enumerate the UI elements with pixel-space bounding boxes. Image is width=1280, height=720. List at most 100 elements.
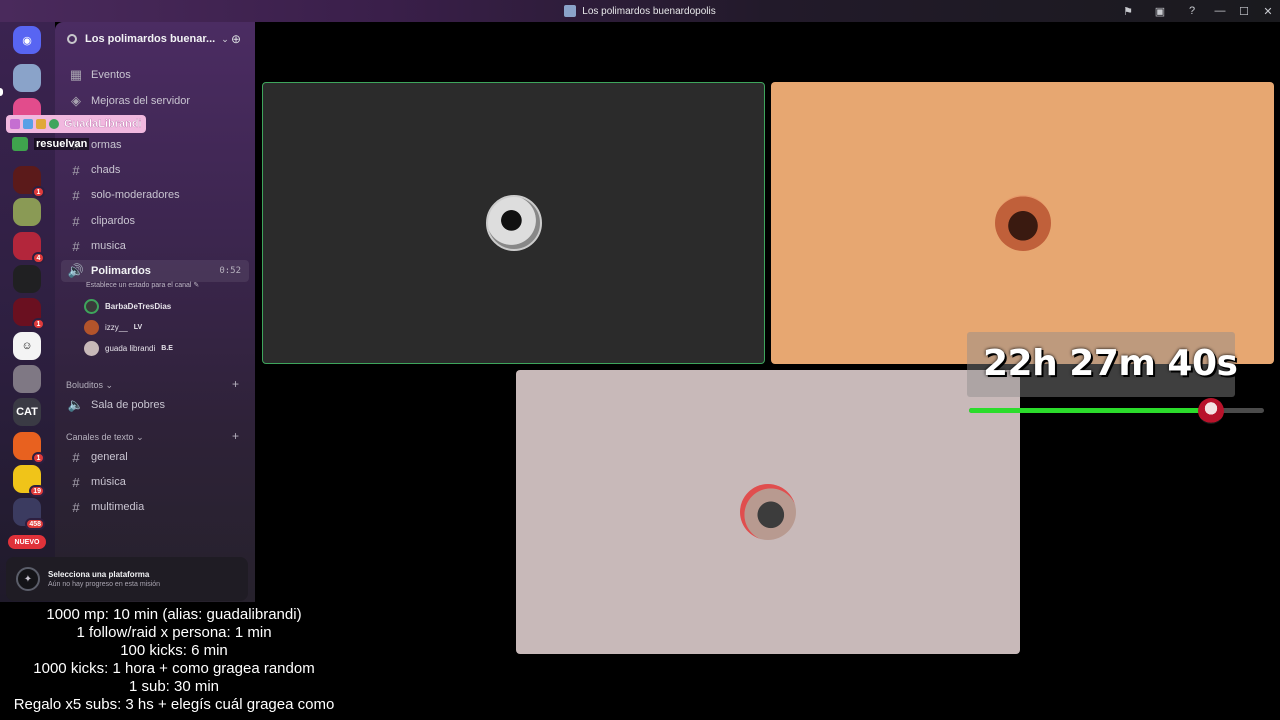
unread-badge: 19	[29, 485, 45, 497]
hash-icon: #	[72, 449, 80, 465]
video-tile-barba[interactable]	[262, 82, 765, 364]
overlay-username: GuadaLibrandi	[64, 118, 142, 130]
server-icon	[564, 5, 577, 17]
window-title-text: Los polimardos buenardopolis	[582, 5, 716, 17]
window-title: Los polimardos buenardopolis	[564, 5, 716, 17]
speaker-icon: 🔈	[67, 397, 85, 412]
voice-channel-polimardos[interactable]: 🔊 Polimardos 0:52	[61, 260, 249, 282]
server-folder[interactable]: 458	[13, 498, 45, 530]
server-icon-9[interactable]	[13, 365, 41, 393]
discord-home-icon[interactable]: ◉	[13, 26, 41, 54]
quest-icon: ✦	[16, 567, 40, 591]
server-icon-cat[interactable]: CAT	[13, 398, 41, 426]
unread-badge: 1	[32, 186, 45, 198]
rule-line: 1000 mp: 10 min (alias: guadalibrandi)	[46, 606, 302, 623]
close-button[interactable]: ✕	[1256, 5, 1280, 18]
server-icon-3[interactable]: 1	[13, 166, 45, 198]
channel-label: solo-moderadores	[91, 189, 180, 201]
chevron-down-icon: ⌄	[105, 380, 114, 390]
progress-avatar-icon	[1198, 398, 1224, 424]
quest-subtitle: Aún no hay progreso en esta misión	[48, 581, 161, 588]
overlay-username: resuelvan	[34, 138, 90, 150]
avatar	[994, 195, 1051, 251]
category-label: Boluditos	[66, 380, 104, 390]
channel-label: general	[91, 451, 128, 463]
user-tag: LV	[133, 323, 143, 331]
chevron-down-icon: ⌄	[136, 432, 144, 442]
channel-label: chads	[91, 164, 121, 176]
server-icon-11[interactable]: 19	[13, 465, 45, 497]
voice-user[interactable]: guada librandi B.E	[84, 339, 173, 357]
server-icon-6[interactable]	[13, 265, 41, 293]
hash-icon: #	[72, 187, 80, 203]
help-icon[interactable]: ?	[1176, 5, 1208, 17]
channel-musica-2[interactable]: # música	[61, 471, 249, 493]
overlay-user-guada: GuadaLibrandi	[6, 115, 146, 133]
server-icon-5[interactable]: 4	[13, 232, 45, 264]
avatar	[84, 340, 99, 356]
user-tag: B.E	[161, 344, 173, 352]
category-boluditos[interactable]: Boluditos ⌄	[66, 380, 113, 391]
verified-icon	[49, 119, 59, 129]
pencil-icon[interactable]: ✎	[193, 282, 199, 289]
avatar	[485, 195, 542, 251]
channel-status[interactable]: Establece un estado para el canal ✎	[86, 281, 199, 289]
server-icon-8[interactable]: ☺	[13, 332, 41, 360]
server-icon-1[interactable]	[13, 64, 41, 92]
server-header[interactable]: Los polimardos buenar... ⌄ ⊕	[55, 22, 255, 56]
flag-icon[interactable]: ⚑	[1112, 5, 1144, 18]
stream-icon	[23, 119, 33, 129]
server-name: Los polimardos buenar...	[85, 33, 216, 45]
server-rail: ◉ 1 4 1 ☺ CAT 1 19 458 NUEVO	[0, 22, 55, 602]
channel-label: musica	[91, 240, 126, 252]
server-icon-7[interactable]: 1	[13, 298, 45, 330]
sidebar-item-label: Mejoras del servidor	[91, 95, 191, 107]
voice-channel-sala-de-pobres[interactable]: 🔈 Sala de pobres	[61, 394, 249, 416]
hash-icon: #	[72, 474, 80, 490]
channel-solo-moderadores[interactable]: # solo-moderadores	[61, 184, 249, 206]
maximize-button[interactable]: ☐	[1232, 5, 1256, 18]
chevron-down-icon: ⌄	[221, 33, 229, 44]
channel-clipardos[interactable]: # clipardos	[61, 210, 249, 232]
add-channel-button[interactable]: +	[232, 429, 239, 443]
speaker-icon: 🔊	[67, 263, 85, 278]
game-icon	[12, 137, 28, 151]
category-canales-de-texto[interactable]: Canales de texto ⌄	[66, 432, 144, 443]
voice-user-name: izzy__	[105, 322, 128, 332]
channel-musica[interactable]: # musica	[61, 235, 249, 257]
video-tile-izzy[interactable]	[771, 82, 1274, 364]
subathon-timer: 22h 27m 40s	[983, 343, 1238, 384]
voice-user[interactable]: BarbaDeTresDias	[84, 297, 171, 315]
category-label: Canales de texto	[66, 432, 134, 442]
channel-label: Polimardos	[91, 265, 151, 277]
server-label: CAT	[16, 406, 38, 418]
sidebar-item-eventos[interactable]: ▦ Eventos	[61, 64, 249, 86]
voice-user-name: guada librandi	[105, 343, 156, 353]
channel-label: ormas	[91, 139, 122, 151]
inbox-icon[interactable]: ▣	[1144, 5, 1176, 18]
video-tile-guada[interactable]	[516, 370, 1020, 654]
invite-icon[interactable]: ⊕	[231, 32, 241, 46]
rule-line: 1000 kicks: 1 hora + como gragea random	[33, 660, 315, 677]
rule-line: 1 follow/raid x persona: 1 min	[76, 624, 272, 641]
channel-chads[interactable]: # chads	[61, 159, 249, 181]
minimize-button[interactable]: —	[1208, 5, 1232, 17]
channel-status-text: Establece un estado para el canal	[86, 282, 192, 289]
voice-user[interactable]: izzy__ LV	[84, 318, 142, 336]
add-channel-button[interactable]: +	[232, 377, 239, 391]
server-icon-4[interactable]	[13, 198, 41, 226]
avatar	[84, 319, 99, 335]
channel-multimedia[interactable]: # multimedia	[61, 496, 249, 518]
quest-panel[interactable]: ✦ Selecciona una plataforma Aún no hay p…	[6, 557, 248, 601]
hash-icon: #	[72, 213, 80, 229]
calendar-icon: ▦	[69, 67, 83, 82]
channel-general[interactable]: # general	[61, 446, 249, 468]
rule-line: 100 kicks: 6 min	[120, 642, 228, 659]
voice-timer: 0:52	[219, 266, 241, 276]
channel-label: música	[91, 476, 126, 488]
quest-title: Selecciona una plataforma	[48, 570, 150, 579]
server-icon-10[interactable]: 1	[13, 432, 45, 464]
unread-badge: 1	[32, 452, 45, 464]
sidebar-item-boosts[interactable]: ◈ Mejoras del servidor	[61, 90, 249, 112]
unread-badge: 1	[32, 318, 45, 330]
